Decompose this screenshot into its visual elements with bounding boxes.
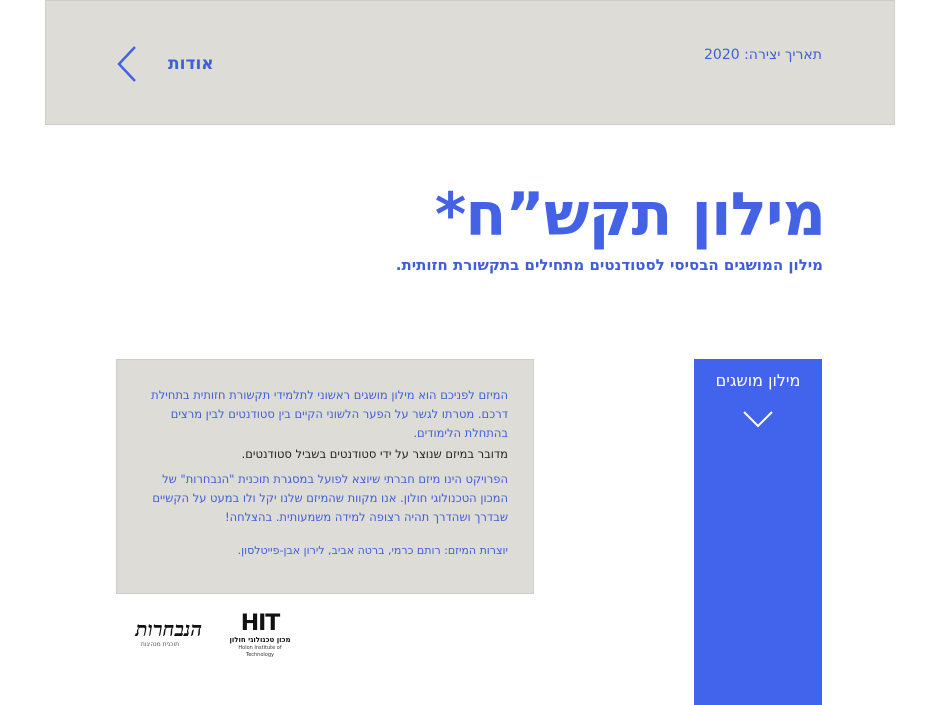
top-header: אודות תאריך יצירה: 2020 [45, 0, 895, 125]
credits-text: יוצרות המיזם: רותם כרמי, ברטה אביב, לירו… [237, 544, 508, 557]
glossary-panel[interactable]: מילון מושגים [694, 359, 822, 705]
page-subtitle: מילון המושגים הבסיסי לסטודנטים מתחילים ב… [395, 256, 823, 274]
hit-logo-mark: HIT [240, 611, 281, 636]
glossary-label: מילון מושגים [715, 371, 801, 390]
chevron-left-icon [117, 46, 136, 82]
hanhavrut-logo-word: הנבחרות [135, 617, 202, 641]
about-label: אודות [168, 54, 214, 74]
about-info-box: המיזם לפניכם הוא מילון מושגים ראשוני לתל… [116, 359, 534, 594]
hanhavrut-logo-tag: תוכנית מנהיגות [140, 641, 180, 648]
creation-date: תאריך יצירה: 2020 [704, 47, 822, 63]
project-text: הפרויקט הינו מיזם חברתי שיוצא לפועל במסג… [152, 472, 508, 524]
chevron-down-icon[interactable] [742, 409, 774, 429]
page-title: מילון תקש”ח* [434, 180, 826, 250]
hit-logo-english: Holon Institute of Technology [238, 645, 282, 658]
hit-logo-name: מכון טכנולוגי חולון [229, 636, 291, 644]
highlight-text: מדובר במיזם שנוצר על ידי סטודנטים בשביל … [241, 447, 508, 461]
about-link[interactable]: אודות [116, 45, 214, 83]
hanhavrut-logo: הנבחרות תוכנית מנהיגות [118, 618, 202, 652]
intro-text: המיזם לפניכם הוא מילון מושגים ראשוני לתל… [151, 388, 508, 440]
hit-logo: HIT מכון טכנולוגי חולון Holon Institute … [226, 611, 294, 659]
